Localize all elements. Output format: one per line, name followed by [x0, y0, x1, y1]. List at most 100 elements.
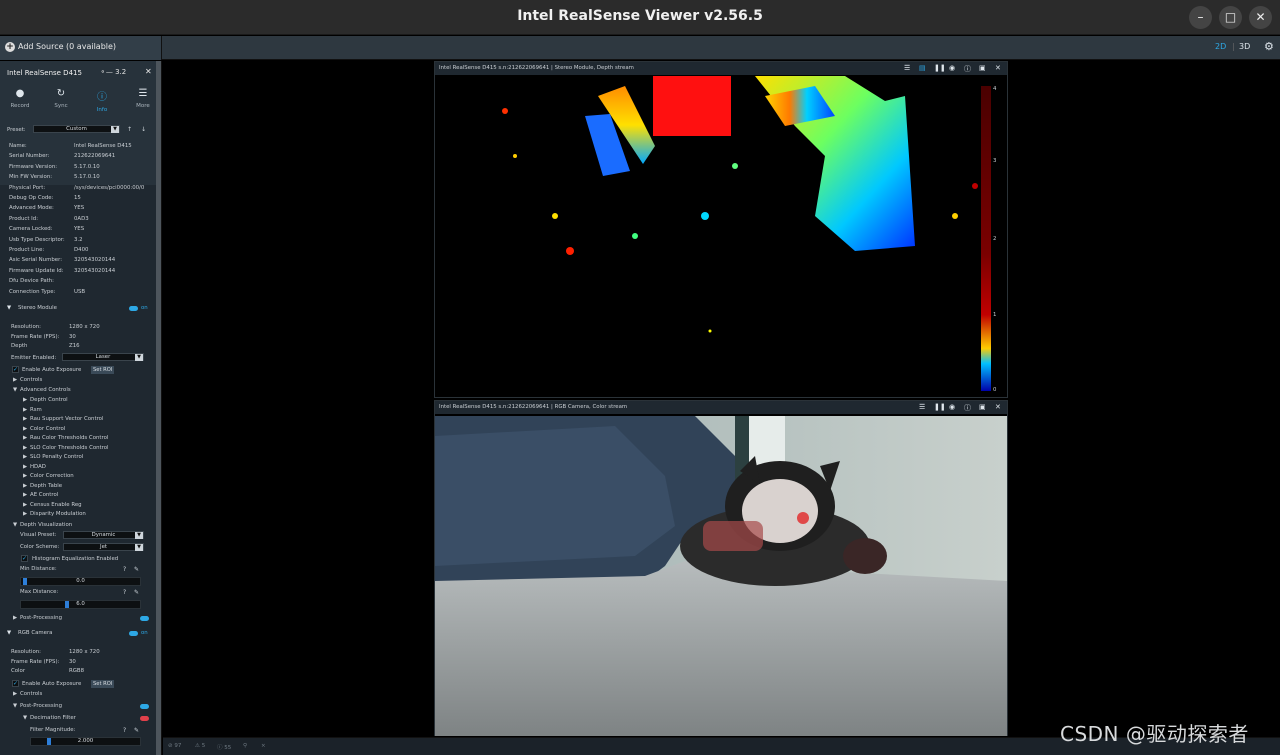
camera-icon[interactable]: ◉ — [949, 64, 955, 72]
minimize-button[interactable]: – — [1189, 6, 1212, 29]
rgb-resolution-value[interactable]: 1280 x 720 — [69, 649, 100, 655]
close-icon[interactable]: ✕ — [995, 64, 1001, 72]
advanced-item-expand-icon[interactable]: ▶ — [23, 511, 27, 517]
depth-visualization-section[interactable]: Depth Visualization — [20, 522, 72, 528]
info-button[interactable]: ⓘ Info — [87, 88, 117, 113]
error-count[interactable]: ⊘ 97 — [168, 743, 181, 749]
gear-icon[interactable]: ⚙ — [1264, 40, 1274, 53]
depth-vis-expand-icon[interactable]: ▼ — [13, 522, 17, 528]
set-roi-button[interactable]: Set ROI — [91, 366, 115, 374]
advanced-item-expand-icon[interactable]: ▶ — [23, 407, 27, 413]
controls-section[interactable]: Controls — [20, 377, 42, 383]
advanced-item-expand-icon[interactable]: ▶ — [23, 464, 27, 470]
advanced-control-item[interactable]: Rau Support Vector Control — [30, 416, 103, 422]
sidebar-scrollbar[interactable] — [156, 61, 161, 755]
rgb-post-processing[interactable]: Post-Processing — [20, 703, 62, 709]
advanced-control-item[interactable]: Depth Table — [30, 483, 62, 489]
pause-icon[interactable]: ❚❚ — [934, 64, 946, 72]
advanced-expand-icon[interactable]: ▼ — [13, 387, 17, 393]
color-stream-pane[interactable]: Intel RealSense D415 s.n:212622069641 | … — [434, 400, 1008, 736]
filter-magnitude-slider[interactable]: 2.000 — [30, 737, 141, 746]
visual-preset-select[interactable]: Dynamic ▼ — [63, 531, 144, 539]
list-icon[interactable]: ☰ — [904, 64, 910, 72]
depth-stream-pane[interactable]: Intel RealSense D415 s.n:212622069641 | … — [434, 61, 1008, 398]
stereo-expand-icon[interactable]: ▼ — [7, 305, 11, 311]
histogram-checkbox[interactable]: ✓ — [21, 555, 28, 562]
advanced-control-item[interactable]: Color Control — [30, 426, 65, 432]
close-device-icon[interactable]: ✕ — [145, 67, 152, 76]
advanced-item-expand-icon[interactable]: ▶ — [23, 492, 27, 498]
upload-icon[interactable]: ↑ — [127, 126, 132, 133]
min-distance-slider[interactable]: 0.0 — [20, 577, 141, 586]
rgb-auto-exposure-checkbox[interactable]: ✓ — [12, 680, 19, 687]
min-distance-handle[interactable] — [23, 578, 27, 585]
preset-select[interactable]: Custom ▼ — [33, 125, 120, 133]
add-source-button[interactable]: + Add Source (0 available) — [0, 36, 162, 60]
help-icon[interactable]: ? — [123, 566, 126, 573]
info-count[interactable]: ⓘ 55 — [217, 743, 231, 751]
advanced-item-expand-icon[interactable]: ▶ — [23, 502, 27, 508]
maximize-icon[interactable]: ▣ — [979, 403, 986, 411]
clear-icon[interactable]: × — [261, 743, 266, 749]
advanced-control-item[interactable]: Rau Color Thresholds Control — [30, 435, 108, 441]
mode-2d-button[interactable]: 2D — [1215, 42, 1226, 51]
advanced-item-expand-icon[interactable]: ▶ — [23, 445, 27, 451]
rgb-set-roi-button[interactable]: Set ROI — [91, 680, 115, 688]
rgb-fps-value[interactable]: 30 — [69, 659, 76, 665]
advanced-control-item[interactable]: Depth Control — [30, 397, 68, 403]
color-scheme-select[interactable]: Jet ▼ — [63, 543, 144, 551]
advanced-item-expand-icon[interactable]: ▶ — [23, 435, 27, 441]
stereo-post-toggle[interactable] — [140, 616, 149, 621]
more-button[interactable]: ☰ More — [128, 88, 158, 109]
chart-icon[interactable]: ▤ — [919, 64, 926, 72]
max-distance-slider[interactable]: 6.0 — [20, 600, 141, 609]
warning-count[interactable]: ⚠ 5 — [195, 743, 205, 749]
stereo-fps-value[interactable]: 30 — [69, 334, 76, 340]
close-icon[interactable]: ✕ — [995, 403, 1001, 411]
advanced-control-item[interactable]: Color Correction — [30, 473, 74, 479]
rgb-toggle[interactable] — [129, 631, 138, 636]
info-icon[interactable]: ⓘ — [964, 64, 971, 74]
advanced-control-item[interactable]: Disparity Modulation — [30, 511, 86, 517]
advanced-item-expand-icon[interactable]: ▶ — [23, 416, 27, 422]
list-icon[interactable]: ☰ — [919, 403, 925, 411]
stereo-module-title[interactable]: Stereo Module — [18, 305, 57, 311]
advanced-control-item[interactable]: Rsm — [30, 407, 42, 413]
advanced-control-item[interactable]: SLO Color Thresholds Control — [30, 445, 109, 451]
advanced-item-expand-icon[interactable]: ▶ — [23, 426, 27, 432]
help-icon[interactable]: ? — [123, 589, 126, 596]
advanced-item-expand-icon[interactable]: ▶ — [23, 454, 27, 460]
advanced-controls-section[interactable]: Advanced Controls — [20, 387, 71, 393]
stereo-resolution-value[interactable]: 1280 x 720 — [69, 324, 100, 330]
controls-expand-icon[interactable]: ▶ — [13, 377, 17, 383]
edit-icon[interactable]: ✎ — [134, 589, 139, 596]
mode-3d-button[interactable]: 3D — [1239, 42, 1250, 51]
edit-icon[interactable]: ✎ — [134, 727, 139, 734]
advanced-control-item[interactable]: AE Control — [30, 492, 58, 498]
maximize-button[interactable]: □ — [1219, 6, 1242, 29]
pause-icon[interactable]: ❚❚ — [934, 403, 946, 411]
stereo-post-processing[interactable]: Post-Processing — [20, 615, 62, 621]
close-button[interactable]: ✕ — [1249, 6, 1272, 29]
stereo-depth-value[interactable]: Z16 — [69, 343, 80, 349]
advanced-control-item[interactable]: HDAD — [30, 464, 46, 470]
rgb-camera-title[interactable]: RGB Camera — [18, 630, 53, 636]
maximize-icon[interactable]: ▣ — [979, 64, 986, 72]
sidebar-scrollbar-thumb[interactable] — [156, 61, 161, 755]
advanced-item-expand-icon[interactable]: ▶ — [23, 397, 27, 403]
rgb-post-expand-icon[interactable]: ▼ — [13, 703, 17, 709]
rgb-color-value[interactable]: RGB8 — [69, 668, 84, 674]
advanced-control-item[interactable]: SLO Penalty Control — [30, 454, 83, 460]
record-button[interactable]: ● Record — [5, 88, 35, 109]
rgb-post-toggle[interactable] — [140, 704, 149, 709]
decimation-filter[interactable]: Decimation Filter — [30, 715, 76, 721]
advanced-control-item[interactable]: Census Enable Reg — [30, 502, 82, 508]
post-expand-icon[interactable]: ▶ — [13, 615, 17, 621]
rgb-expand-icon[interactable]: ▼ — [7, 630, 11, 636]
help-icon[interactable]: ? — [123, 727, 126, 734]
info-icon[interactable]: ⓘ — [964, 403, 971, 413]
camera-icon[interactable]: ◉ — [949, 403, 955, 411]
rgb-controls-section[interactable]: Controls — [20, 691, 42, 697]
stereo-toggle[interactable] — [129, 306, 138, 311]
max-distance-handle[interactable] — [65, 601, 69, 608]
